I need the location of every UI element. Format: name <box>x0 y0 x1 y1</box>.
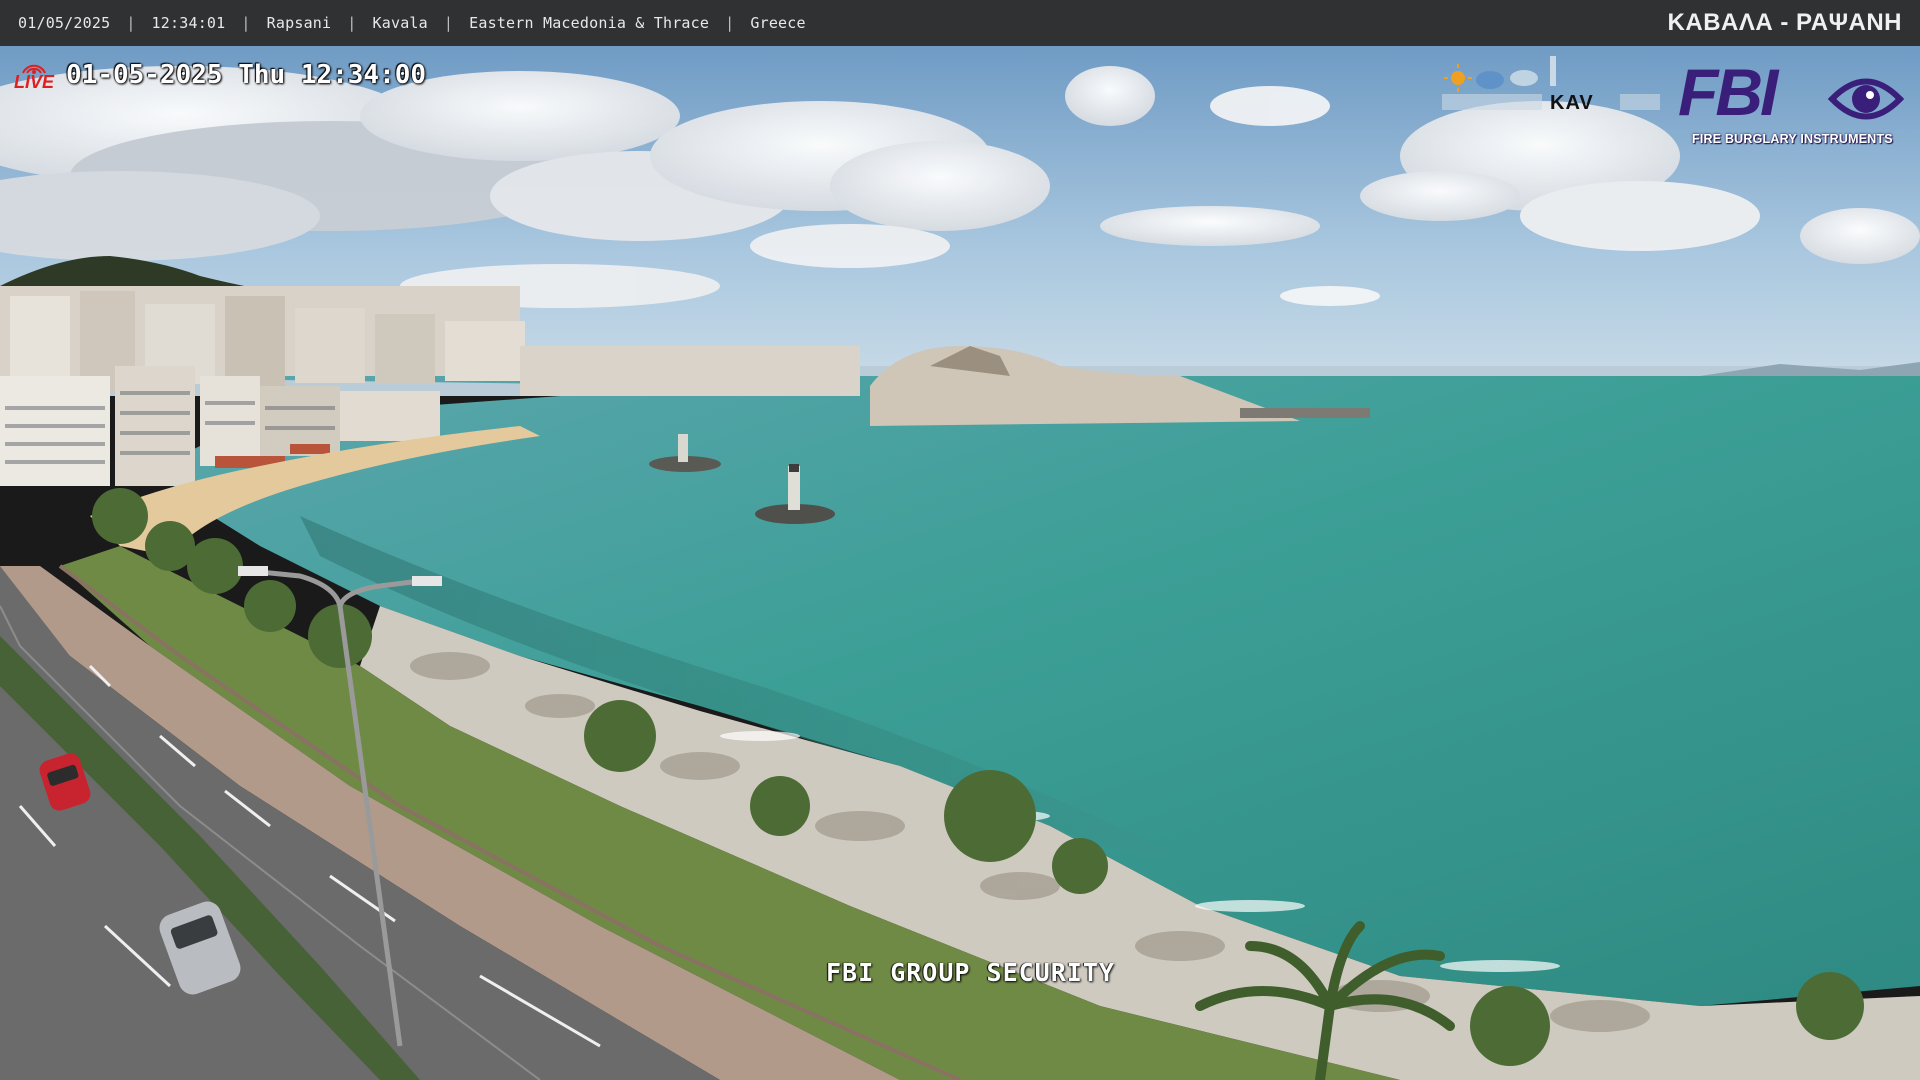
webcam-feed <box>0 46 1920 1080</box>
osd-timestamp: 01-05-2025 Thu 12:34:00 <box>66 60 427 90</box>
live-label: LIVE <box>14 72 55 92</box>
watermark-text: FBI GROUP SECURITY <box>826 958 1115 987</box>
location-country: Greece <box>750 14 806 32</box>
meteo-kav-logo: KAV <box>1440 56 1665 120</box>
eye-icon <box>1827 78 1905 120</box>
osd-timestamp-block: LIVE 01-05-2025 Thu 12:34:00 <box>14 60 427 92</box>
location-city: Kavala <box>372 14 428 32</box>
camera-meta: 01/05/2025 | 12:34:01 | Rapsani | Kavala… <box>18 14 806 32</box>
live-badge: LIVE <box>14 60 55 92</box>
sun-icon <box>1451 71 1465 85</box>
scene-illustration <box>0 46 1920 1080</box>
fbi-tagline: FIRE BURGLARY INSTRUMENTS <box>1692 132 1893 146</box>
date-text: 01/05/2025 <box>18 14 111 32</box>
camera-title: ΚΑΒΑΛΑ - ΡΑΨΑΝΗ <box>1667 9 1902 36</box>
info-bar: 01/05/2025 | 12:34:01 | Rapsani | Kavala… <box>0 0 1920 46</box>
time-text: 12:34:01 <box>151 14 226 32</box>
location-region: Eastern Macedonia & Thrace <box>469 14 710 32</box>
meteo-kav-text: KAV <box>1550 92 1594 114</box>
fbi-wordmark: FBI <box>1678 55 1778 129</box>
fbi-logo: FBI FIRE BURGLARY INSTRUMENTS <box>1676 55 1912 150</box>
tower-icon <box>1550 56 1556 86</box>
cloud-icon <box>1476 71 1504 89</box>
location-village: Rapsani <box>266 14 332 32</box>
